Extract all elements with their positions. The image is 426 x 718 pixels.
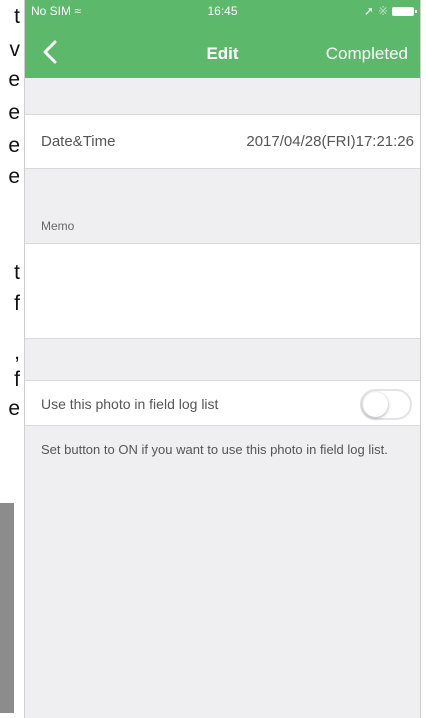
navigation-bar: No SIM ≈ 16:45 ➚ ※ Edit Completed [25, 0, 420, 78]
datetime-row[interactable]: Date&Time 2017/04/28(FRI)17:21:26 [25, 114, 420, 169]
text-fragment: e [8, 101, 20, 124]
toggle-knob [363, 392, 388, 417]
memo-field[interactable] [25, 243, 420, 339]
location-arrow-icon: ➚ [363, 4, 374, 18]
datetime-value: 2017/04/28(FRI)17:21:26 [246, 133, 414, 150]
field-log-toggle[interactable] [360, 389, 412, 420]
field-log-row: Use this photo in field log list [25, 380, 420, 426]
adjacent-page-image [0, 503, 14, 713]
field-log-label: Use this photo in field log list [41, 396, 219, 412]
status-bar: No SIM ≈ 16:45 ➚ ※ [25, 0, 420, 20]
status-time: 16:45 [207, 4, 238, 18]
text-fragment: e [8, 134, 20, 157]
completed-button[interactable]: Completed [326, 44, 408, 64]
text-fragment: t [14, 5, 20, 28]
text-fragment: f [14, 368, 20, 391]
field-log-hint: Set button to ON if you want to use this… [41, 442, 388, 457]
text-fragment: e [8, 397, 20, 420]
battery-icon [392, 6, 417, 16]
text-fragment: t [14, 261, 20, 284]
datetime-label: Date&Time [41, 133, 116, 150]
text-fragment: f [14, 292, 20, 315]
text-fragment: , [14, 341, 20, 364]
text-fragment: v [9, 38, 21, 61]
memo-label: Memo [41, 219, 75, 233]
text-fragment: e [8, 68, 20, 91]
phone-screen: No SIM ≈ 16:45 ➚ ※ Edit Completed Date&T… [24, 0, 421, 718]
status-indicators: ➚ ※ [363, 4, 417, 18]
text-fragment: e [8, 165, 20, 188]
bluetooth-icon: ※ [377, 4, 388, 18]
